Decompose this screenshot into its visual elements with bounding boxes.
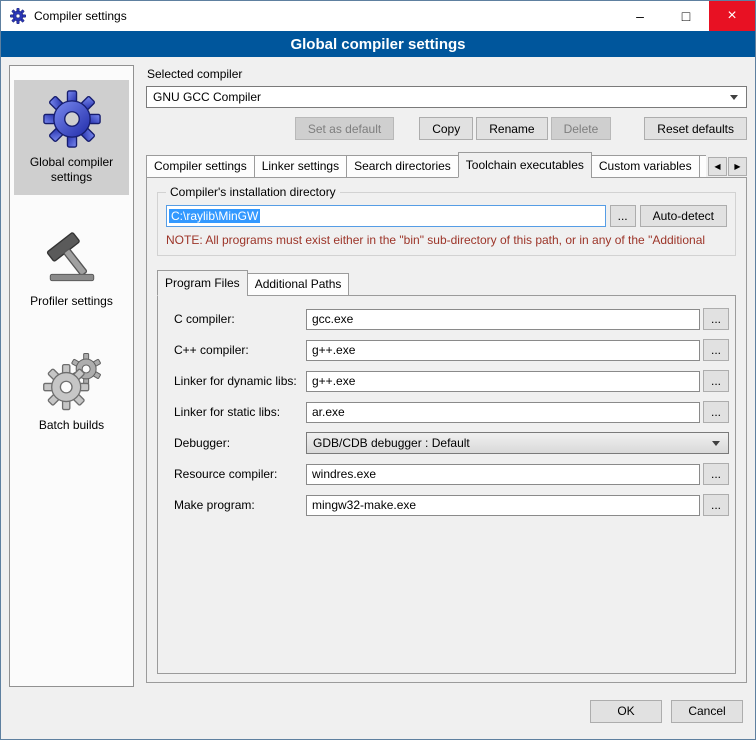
make-program-label: Make program: — [174, 498, 306, 512]
tabs: Compiler settings Linker settings Search… — [146, 152, 706, 178]
auto-detect-button[interactable]: Auto-detect — [640, 205, 727, 227]
field-row: Linker for static libs: ar.exe ... — [174, 401, 729, 423]
installation-directory-input[interactable]: C:\raylib\MinGW — [166, 205, 606, 227]
cancel-button[interactable]: Cancel — [671, 700, 743, 723]
dynamic-linker-label: Linker for dynamic libs: — [174, 374, 306, 388]
reset-defaults-button[interactable]: Reset defaults — [644, 117, 747, 140]
dynamic-linker-input[interactable]: g++.exe — [306, 371, 700, 392]
debugger-select[interactable]: GDB/CDB debugger : Default — [306, 432, 729, 454]
resource-compiler-label: Resource compiler: — [174, 467, 306, 481]
settings-category-list: Global compiler settings Profiler settin… — [9, 65, 134, 687]
delete-button: Delete — [551, 117, 612, 140]
resource-compiler-browse-button[interactable]: ... — [703, 463, 729, 485]
static-linker-input[interactable]: ar.exe — [306, 402, 700, 423]
program-files-tabstrip: Program Files Additional Paths — [157, 270, 736, 296]
cpp-compiler-input[interactable]: g++.exe — [306, 340, 700, 361]
selected-compiler-value: GNU GCC Compiler — [153, 90, 261, 104]
make-program-input[interactable]: mingw32-make.exe — [306, 495, 700, 516]
subtabs: Program Files Additional Paths — [157, 270, 736, 296]
compiler-buttons: Set as default Copy Rename Delete Reset … — [146, 117, 747, 140]
tab-scroll-buttons: ◀ ▶ — [708, 157, 747, 176]
maximize-button[interactable]: □ — [663, 1, 709, 31]
tab-scroll-right-icon[interactable]: ▶ — [728, 157, 747, 176]
settings-tabstrip: Compiler settings Linker settings Search… — [146, 152, 747, 178]
dialog-footer: OK Cancel — [1, 693, 755, 739]
field-row: Resource compiler: windres.exe ... — [174, 463, 729, 485]
tab-search-directories[interactable]: Search directories — [346, 155, 459, 178]
subtab-program-files[interactable]: Program Files — [157, 270, 248, 296]
installation-directory-browse-button[interactable]: ... — [610, 205, 636, 227]
sidebar-item-batch-builds[interactable]: Batch builds — [14, 343, 129, 443]
tab-linker-settings[interactable]: Linker settings — [254, 155, 347, 178]
field-row: Make program: mingw32-make.exe ... — [174, 494, 729, 516]
selected-compiler-select[interactable]: GNU GCC Compiler — [146, 86, 747, 108]
group-title: Compiler's installation directory — [166, 185, 340, 199]
tab-compiler-settings[interactable]: Compiler settings — [146, 155, 255, 178]
debugger-value: GDB/CDB debugger : Default — [313, 436, 470, 450]
cpp-compiler-label: C++ compiler: — [174, 343, 306, 357]
installation-directory-group: Compiler's installation directory C:\ray… — [157, 192, 736, 256]
resource-compiler-input[interactable]: windres.exe — [306, 464, 700, 485]
close-button[interactable]: × — [709, 1, 755, 31]
dialog-body: Global compiler settings Profiler settin… — [1, 57, 755, 693]
field-row: Linker for dynamic libs: g++.exe ... — [174, 370, 729, 392]
window-controls: – □ × — [617, 1, 755, 31]
chevron-down-icon — [730, 95, 738, 100]
window-title: Compiler settings — [34, 9, 127, 23]
field-row: C compiler: gcc.exe ... — [174, 308, 729, 330]
sidebar-item-label: Profiler settings — [30, 294, 113, 309]
copy-button[interactable]: Copy — [419, 117, 473, 140]
tab-toolchain-executables[interactable]: Toolchain executables — [458, 152, 592, 178]
installation-directory-value: C:\raylib\MinGW — [169, 209, 260, 223]
tab-scroll-left-icon[interactable]: ◀ — [708, 157, 727, 176]
compiler-settings-window: Compiler settings – □ × Global compiler … — [0, 0, 756, 740]
debugger-label: Debugger: — [174, 436, 306, 450]
note-text: NOTE: All programs must exist either in … — [166, 233, 727, 247]
rename-button[interactable]: Rename — [476, 117, 547, 140]
c-compiler-input[interactable]: gcc.exe — [306, 309, 700, 330]
set-as-default-button: Set as default — [295, 117, 394, 140]
static-linker-label: Linker for static libs: — [174, 405, 306, 419]
hammer-tool-icon — [43, 229, 101, 287]
subtab-additional-paths[interactable]: Additional Paths — [247, 273, 350, 296]
c-compiler-label: C compiler: — [174, 312, 306, 326]
sidebar-item-label: Global compiler settings — [16, 155, 127, 185]
ok-button[interactable]: OK — [590, 700, 662, 723]
chevron-down-icon — [712, 441, 720, 446]
field-row: Debugger: GDB/CDB debugger : Default — [174, 432, 729, 454]
program-files-page: C compiler: gcc.exe ... C++ compiler: g+… — [157, 295, 736, 674]
toolchain-executables-page: Compiler's installation directory C:\ray… — [146, 177, 747, 683]
installation-directory-row: C:\raylib\MinGW ... Auto-detect — [166, 205, 727, 227]
dynamic-linker-browse-button[interactable]: ... — [703, 370, 729, 392]
titlebar: Compiler settings – □ × — [1, 1, 755, 31]
app-gear-icon — [10, 8, 26, 24]
make-program-browse-button[interactable]: ... — [703, 494, 729, 516]
selected-compiler-label: Selected compiler — [147, 67, 747, 81]
sidebar-item-profiler-settings[interactable]: Profiler settings — [14, 219, 129, 319]
main-panel: Selected compiler GNU GCC Compiler Set a… — [146, 65, 747, 687]
minimize-button[interactable]: – — [617, 1, 663, 31]
tab-custom-variables[interactable]: Custom variables — [591, 155, 700, 178]
static-linker-browse-button[interactable]: ... — [703, 401, 729, 423]
dialog-header: Global compiler settings — [1, 31, 755, 57]
gray-gears-icon — [43, 353, 101, 411]
field-row: C++ compiler: g++.exe ... — [174, 339, 729, 361]
c-compiler-browse-button[interactable]: ... — [703, 308, 729, 330]
sidebar-item-label: Batch builds — [39, 418, 104, 433]
sidebar-item-global-compiler-settings[interactable]: Global compiler settings — [14, 80, 129, 195]
cpp-compiler-browse-button[interactable]: ... — [703, 339, 729, 361]
blue-gear-icon — [43, 90, 101, 148]
tab-build-options[interactable]: Build options — [699, 155, 706, 178]
